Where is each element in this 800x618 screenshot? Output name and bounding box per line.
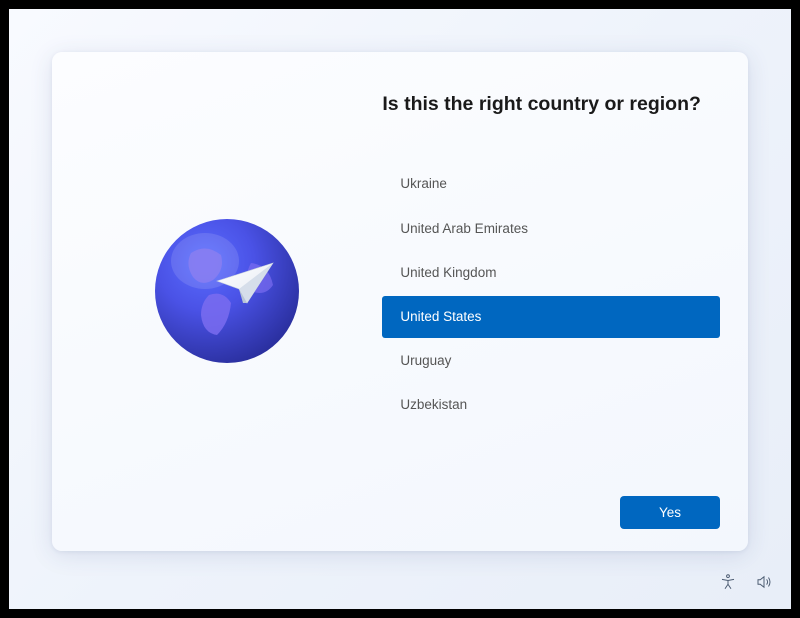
content-column: Is this the right country or region? Ukr… xyxy=(374,92,720,529)
illustration-column xyxy=(80,92,374,529)
country-label: Uruguay xyxy=(400,353,451,368)
country-item-uae[interactable]: United Arab Emirates xyxy=(382,208,720,250)
oobe-backdrop: Is this the right country or region? Ukr… xyxy=(9,9,791,609)
page-title: Is this the right country or region? xyxy=(382,92,720,117)
country-label: Ukraine xyxy=(400,176,447,191)
country-item-us[interactable]: United States xyxy=(382,296,720,338)
country-list: Ukraine United Arab Emirates United King… xyxy=(382,163,720,426)
volume-icon[interactable] xyxy=(755,573,773,596)
country-label: Uzbekistan xyxy=(400,397,467,412)
country-item-uk[interactable]: United Kingdom xyxy=(382,252,720,294)
country-item-uruguay[interactable]: Uruguay xyxy=(382,340,720,382)
oobe-card: Is this the right country or region? Ukr… xyxy=(52,52,748,551)
taskbar-corner-icons xyxy=(719,573,773,596)
country-label: United Kingdom xyxy=(400,265,496,280)
yes-button[interactable]: Yes xyxy=(620,496,720,529)
globe-paper-plane-icon xyxy=(151,215,303,367)
action-row: Yes xyxy=(382,484,720,529)
country-label: United Arab Emirates xyxy=(400,221,528,236)
accessibility-icon[interactable] xyxy=(719,573,737,596)
country-item-uzbekistan[interactable]: Uzbekistan xyxy=(382,384,720,426)
country-item-ukraine[interactable]: Ukraine xyxy=(382,163,720,205)
country-label: United States xyxy=(400,309,481,324)
